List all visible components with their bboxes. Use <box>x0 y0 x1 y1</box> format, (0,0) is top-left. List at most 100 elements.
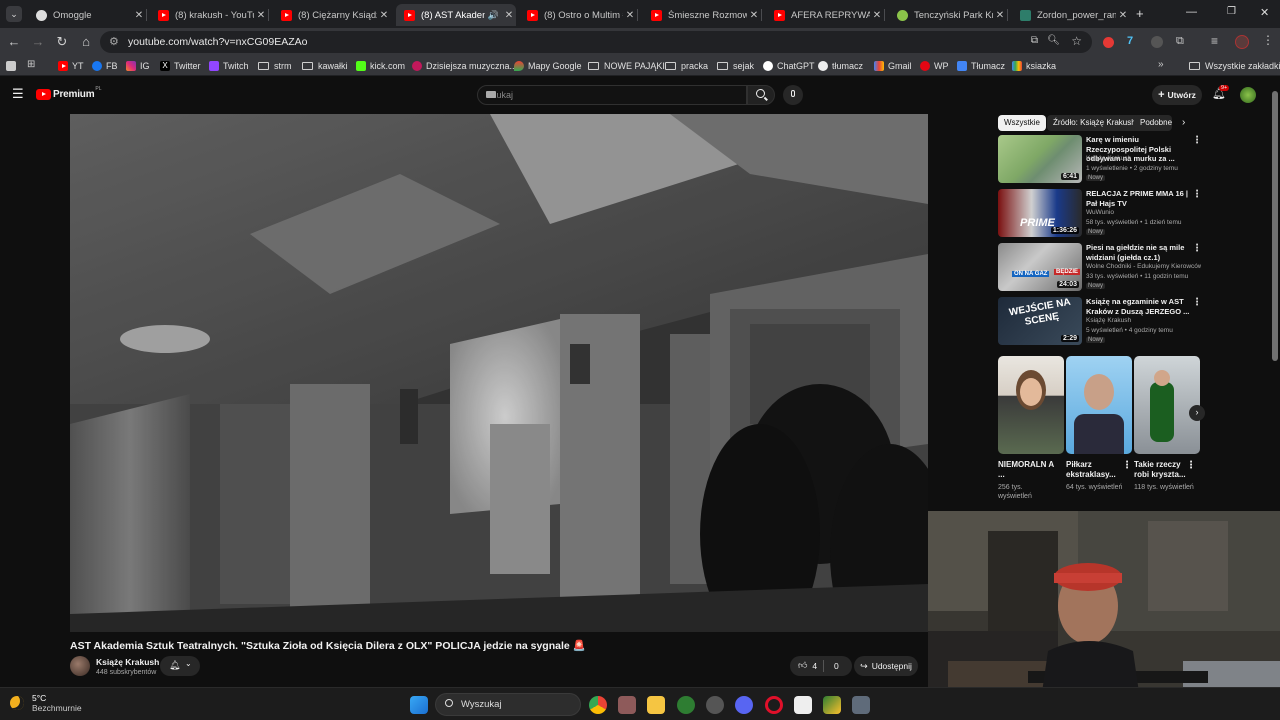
close-icon[interactable]: ✕ <box>870 10 884 21</box>
chip-all[interactable]: Wszystkie <box>998 115 1046 131</box>
close-icon[interactable]: ✕ <box>993 10 1007 21</box>
home-button[interactable]: ⌂ <box>77 33 95 51</box>
bookmark-chatgpt[interactable]: ChatGPT <box>763 59 815 73</box>
windows-start-icon[interactable] <box>410 696 428 714</box>
record-extension-icon[interactable] <box>1103 37 1114 48</box>
close-icon[interactable]: ✕ <box>254 10 268 21</box>
settings-gear-icon[interactable] <box>706 696 724 714</box>
close-icon[interactable]: ✕ <box>623 10 637 21</box>
bookmark-wp[interactable]: WP <box>920 59 949 73</box>
tab-zordon[interactable]: Zordon_power_range ✕ <box>1012 4 1130 26</box>
bookmark-folder-pracka[interactable]: pracka <box>665 59 708 73</box>
more-options-icon[interactable]: ⋮ <box>1186 460 1196 471</box>
extension-icon[interactable] <box>1151 36 1163 48</box>
extension-icon[interactable]: 7 <box>1127 35 1133 47</box>
youtube-logo[interactable]: Premium PL <box>36 86 102 100</box>
forward-button[interactable]: → <box>29 33 47 51</box>
tab-ostro[interactable]: (8) Ostro o Multim #A ✕ <box>519 4 638 26</box>
close-icon[interactable]: ✕ <box>747 10 761 21</box>
speaker-icon[interactable]: 🔊 <box>488 10 499 21</box>
share-button[interactable]: ↪ Udostępnij <box>854 656 918 676</box>
media-controls-icon[interactable]: ≡ <box>1211 34 1218 48</box>
discord-icon[interactable] <box>735 696 753 714</box>
bookmark-yt[interactable]: YT <box>58 59 84 73</box>
minimize-button[interactable]: — <box>1186 6 1197 18</box>
browser-menu-icon[interactable]: ⋮ <box>1262 33 1274 47</box>
recommendation-item[interactable]: PRIME 1:36:26 RELACJA Z PRIME MMA 16 | P… <box>998 189 1208 239</box>
bookmark-folder-sejak[interactable]: sejak <box>717 59 754 73</box>
more-options-icon[interactable]: ⋮ <box>1192 135 1202 146</box>
recommendation-item[interactable]: 6:41 Karę w imieniu Rzeczypospolitej Pol… <box>998 135 1208 185</box>
site-info-icon[interactable]: ⚙ <box>109 35 119 48</box>
calculator-icon[interactable] <box>852 696 870 714</box>
bookmark-maps[interactable]: Mapy Google <box>514 59 582 73</box>
account-avatar[interactable] <box>1240 87 1256 103</box>
bookmark-folder-kawalki[interactable]: kawałki <box>302 59 348 73</box>
file-explorer-icon[interactable] <box>647 696 665 714</box>
opera-icon[interactable] <box>765 696 783 714</box>
bookmark-folder-strm[interactable]: strm <box>258 59 292 73</box>
extensions-puzzle-icon[interactable]: ⧉ <box>1176 35 1184 48</box>
subscribed-button[interactable]: 🔔︎ ⌄ <box>160 656 200 676</box>
bookmark-dzisiejsza[interactable]: Dzisiejsza muzyczna... <box>412 59 517 73</box>
tab-ast-active[interactable]: (8) AST Akademia 🔊 ✕ <box>396 4 516 26</box>
bookmark-ig[interactable]: IG <box>126 59 150 73</box>
bookmark-star-icon[interactable]: ☆ <box>1071 34 1082 48</box>
create-button[interactable]: + Utwórz <box>1152 85 1202 105</box>
bookmark-twitter[interactable]: X Twitter <box>160 59 201 73</box>
address-bar[interactable]: ⚙ youtube.com/watch?v=nxCG09EAZAo ⧉ 🔍︎ ☆ <box>100 31 1092 53</box>
app-icon[interactable] <box>794 696 812 714</box>
bookmark-tlumacz[interactable]: tłumacz <box>818 59 863 73</box>
more-options-icon[interactable]: ⋮ <box>1192 297 1202 308</box>
close-icon[interactable]: ✕ <box>132 10 146 21</box>
bookmark-kick[interactable]: kick.com <box>356 59 405 73</box>
more-options-icon[interactable]: ⋮ <box>1192 189 1202 200</box>
more-options-icon[interactable]: ⋮ <box>1192 243 1202 254</box>
more-bookmarks-chevron-icon[interactable]: » <box>1158 59 1164 70</box>
short-item[interactable]: Piłkarz ekstraklasy... 64 tys. wyświetle… <box>1066 356 1132 492</box>
app-icon[interactable] <box>618 696 636 714</box>
close-icon[interactable]: ✕ <box>377 10 391 21</box>
close-icon[interactable]: ✕ <box>1116 10 1130 21</box>
page-scrollbar[interactable] <box>1272 91 1278 361</box>
tab-omoggle[interactable]: Omoggle ✕ <box>28 4 147 26</box>
apps-icon[interactable] <box>6 61 16 71</box>
short-item[interactable]: NIEMORALN A ... 256 tys. wyświetleń <box>998 356 1064 501</box>
channel-avatar[interactable] <box>70 656 90 676</box>
tab-tenczynski[interactable]: Tenczyński Park Krajo ✕ <box>889 4 1008 26</box>
chip-related[interactable]: Podobne <box>1134 115 1172 131</box>
grid-icon[interactable]: ⊞ <box>27 59 35 70</box>
like-button[interactable]: 👍︎ 4 <box>798 660 817 671</box>
new-tab-button[interactable]: + <box>1136 6 1144 21</box>
bookmark-gmail[interactable]: Gmail <box>874 59 912 73</box>
chip-source[interactable]: Źródło: Książę Krakush <box>1047 115 1142 131</box>
reload-button[interactable]: ↻ <box>53 33 71 51</box>
tab-smieszne[interactable]: Śmieszne Rozmowy D ✕ <box>643 4 762 26</box>
keyboard-icon[interactable] <box>486 91 496 98</box>
zoom-icon[interactable]: 🔍︎ <box>1047 35 1060 46</box>
chrome-icon[interactable] <box>589 696 607 714</box>
restore-button[interactable]: ❐ <box>1227 6 1236 17</box>
dislike-button[interactable]: 0 <box>834 661 839 671</box>
bookmark-ksiazka[interactable]: ksiazka <box>1012 59 1056 73</box>
tab-search-button[interactable]: ⌄ <box>6 6 22 22</box>
close-window-button[interactable]: ✕ <box>1260 6 1269 19</box>
taskbar-search[interactable]: Wyszukaj <box>435 693 581 716</box>
app-icon[interactable] <box>823 696 841 714</box>
video-player[interactable] <box>70 114 928 632</box>
tab-ciezarny[interactable]: (8) Ciężarny Ksiądz Elo ✕ <box>273 4 391 26</box>
voice-search-button[interactable] <box>783 85 803 105</box>
bookmark-translator[interactable]: Tłumacz <box>957 59 1005 73</box>
recommendation-item[interactable]: ON NA GAZ BĘDZIE 24:03 Piesi na giełdzie… <box>998 243 1208 293</box>
bookmark-folder-pajaki[interactable]: NOWE PAJĄKI <box>588 59 665 73</box>
shorts-next-button[interactable]: › <box>1189 405 1205 421</box>
tab-krakush[interactable]: (8) krakush - YouTube ✕ <box>150 4 269 26</box>
shield-icon[interactable] <box>677 696 695 714</box>
weather-widget[interactable]: 5°C Bezchmurnie <box>10 693 82 713</box>
hamburger-menu-icon[interactable]: ☰ <box>12 86 24 102</box>
bookmark-twitch[interactable]: Twitch <box>209 59 249 73</box>
more-options-icon[interactable]: ⋮ <box>1122 460 1132 471</box>
recommendation-item[interactable]: WEJŚCIE NA SCENĘ 2:29 Książę na egzamini… <box>998 297 1208 347</box>
search-button[interactable] <box>747 85 775 105</box>
profile-avatar[interactable] <box>1235 35 1249 49</box>
